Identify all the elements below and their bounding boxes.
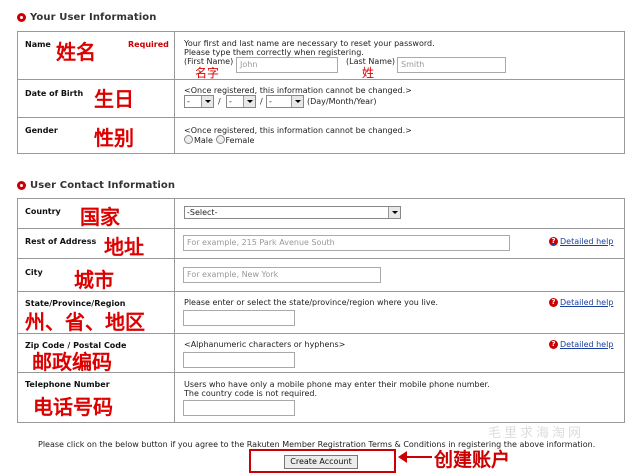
- chevron-down-icon: [243, 96, 255, 107]
- phone-field-cell: Users who have only a mobile phone may e…: [174, 372, 625, 423]
- help-text[interactable]: Detailed help: [560, 340, 613, 349]
- phone-label: Telephone Number: [25, 380, 110, 389]
- contact-info-section-title: User Contact Information: [17, 180, 175, 191]
- section-title-text: User Contact Information: [30, 180, 176, 191]
- day-select[interactable]: -: [184, 95, 214, 108]
- country-annotation: 国家: [80, 205, 120, 229]
- name-desc-1: Your first and last name are necessary t…: [184, 39, 435, 48]
- gender-annotation: 性别: [94, 126, 134, 150]
- country-label-cell: Country 国家: [17, 198, 175, 229]
- last-name-input[interactable]: Smith: [397, 57, 506, 73]
- city-label-cell: City 城市: [17, 258, 175, 292]
- city-annotation: 城市: [74, 268, 114, 292]
- first-name-input[interactable]: John: [236, 57, 338, 73]
- dob-label: Date of Birth: [25, 89, 84, 98]
- address-field-cell: For example, 215 Park Avenue South ? Deta…: [174, 228, 625, 259]
- chevron-down-icon: [201, 96, 213, 107]
- zip-field-cell: <Alphanumeric characters or hyphens> ? De…: [174, 333, 625, 373]
- create-account-annotation: 创建账户: [434, 449, 511, 471]
- country-field-cell: -Select-: [174, 198, 625, 229]
- chevron-down-icon: [291, 96, 303, 107]
- city-label: City: [25, 268, 43, 277]
- create-account-button[interactable]: Create Account: [284, 455, 358, 469]
- name-label-cell: Name 姓名 Required: [17, 31, 175, 80]
- first-name-annotation: 名字: [195, 66, 220, 80]
- year-value: -: [269, 97, 272, 106]
- country-select[interactable]: -Select-: [184, 206, 401, 219]
- watermark: 毛里求海淘网: [488, 426, 585, 441]
- country-label: Country: [25, 207, 61, 216]
- month-select[interactable]: -: [226, 95, 256, 108]
- state-annotation: 州、省、地区: [25, 310, 145, 334]
- phone-label-cell: Telephone Number 电话号码: [17, 372, 175, 423]
- user-info-table: Name 姓名 Required Your first and last nam…: [17, 31, 625, 154]
- arrow-left-icon: [398, 451, 432, 463]
- city-input[interactable]: For example, New York: [183, 267, 381, 283]
- month-value: -: [229, 97, 232, 106]
- name-desc-2: Please type them correctly when register…: [184, 48, 364, 57]
- address-help-link[interactable]: ? Detailed help: [549, 237, 613, 246]
- gender-label-cell: Gender 性别: [17, 117, 175, 154]
- dob-note: <Once registered, this information canno…: [184, 86, 412, 95]
- male-radio[interactable]: [184, 135, 193, 144]
- gender-field-cell: <Once registered, this information canno…: [174, 117, 625, 154]
- name-annotation: 姓名: [56, 40, 96, 64]
- state-input[interactable]: [183, 310, 295, 326]
- address-label: Rest of Address: [25, 237, 97, 246]
- terms-notice: Please click on the below button if you …: [38, 440, 596, 449]
- gender-options: Male Female: [184, 135, 254, 145]
- address-annotation: 地址: [104, 235, 144, 259]
- address-label-cell: Rest of Address 地址: [17, 228, 175, 259]
- state-help-link[interactable]: ? Detailed help: [549, 298, 613, 307]
- section-title-text: Your User Information: [30, 12, 157, 23]
- zip-help-link[interactable]: ? Detailed help: [549, 340, 613, 349]
- phone-input[interactable]: [183, 400, 295, 416]
- day-value: -: [187, 97, 190, 106]
- help-icon: ?: [549, 340, 558, 349]
- phone-desc-1: Users who have only a mobile phone may e…: [184, 380, 490, 389]
- name-label: Name: [25, 40, 51, 49]
- zip-annotation: 邮政编码: [32, 350, 112, 374]
- help-text[interactable]: Detailed help: [560, 298, 613, 307]
- dob-format: (Day/Month/Year): [307, 97, 377, 106]
- female-radio[interactable]: [215, 135, 225, 144]
- contact-info-table: Country 国家 -Select- Rest of Address 地址 F…: [17, 198, 625, 423]
- state-field-cell: Please enter or select the state/provinc…: [174, 291, 625, 334]
- city-field-cell: For example, New York: [174, 258, 625, 292]
- female-label[interactable]: Female: [226, 136, 255, 145]
- user-info-section-title: Your User Information: [17, 12, 156, 23]
- chevron-down-icon: [388, 207, 400, 218]
- male-label[interactable]: Male: [194, 136, 213, 145]
- phone-annotation: 电话号码: [33, 395, 113, 419]
- gender-note: <Once registered, this information canno…: [184, 126, 412, 135]
- state-label-cell: State/Province/Region 州、省、地区: [17, 291, 175, 334]
- zip-label-cell: Zip Code / Postal Code 邮政编码: [17, 333, 175, 374]
- name-field-cell: Your first and last name are necessary t…: [174, 31, 625, 80]
- phone-desc-2: The country code is not required.: [184, 389, 318, 398]
- required-badge: Required: [128, 40, 169, 49]
- dob-sep-2: /: [260, 97, 263, 106]
- year-select[interactable]: -: [266, 95, 304, 108]
- last-name-annotation: 姓: [362, 66, 375, 80]
- bullet-icon: [17, 181, 26, 190]
- dob-annotation: 生日: [94, 87, 134, 111]
- dob-field-cell: <Once registered, this information canno…: [174, 79, 625, 118]
- help-icon: ?: [549, 298, 558, 307]
- country-value: -Select-: [187, 208, 218, 217]
- zip-desc: <Alphanumeric characters or hyphens>: [184, 340, 346, 349]
- dob-label-cell: Date of Birth 生日: [17, 79, 175, 118]
- dob-sep-1: /: [218, 97, 221, 106]
- address-input[interactable]: For example, 215 Park Avenue South: [183, 235, 510, 251]
- zip-input[interactable]: [183, 352, 295, 368]
- gender-label: Gender: [25, 126, 58, 135]
- state-desc: Please enter or select the state/provinc…: [184, 298, 439, 307]
- help-icon: ?: [549, 237, 558, 246]
- help-text[interactable]: Detailed help: [560, 237, 613, 246]
- bullet-icon: [17, 13, 26, 22]
